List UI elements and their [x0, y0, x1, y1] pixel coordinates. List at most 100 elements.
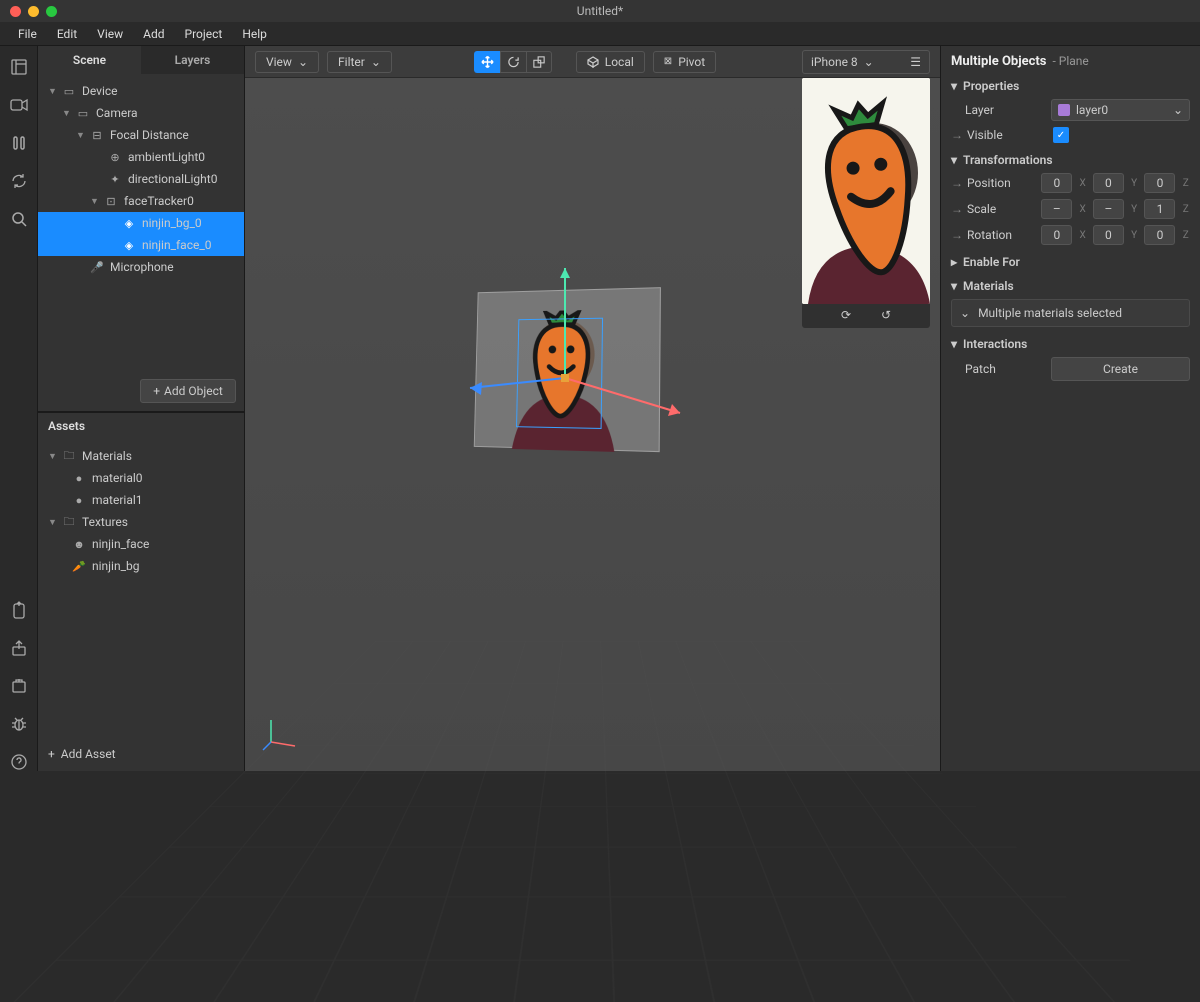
window-controls	[0, 6, 57, 17]
position-z-input[interactable]: 0	[1144, 173, 1175, 193]
send-to-device-icon[interactable]	[10, 601, 28, 619]
layer-value: layer0	[1076, 103, 1108, 117]
node-ninjin-bg[interactable]: ◈ninjin_bg_0	[38, 212, 244, 234]
section-materials[interactable]: ▾Materials	[951, 279, 1190, 293]
titlebar: Untitled*	[0, 0, 1200, 22]
rotation-x-input[interactable]: 0	[1041, 225, 1072, 245]
chevron-right-icon: ▸	[951, 255, 957, 269]
refresh-icon[interactable]	[10, 172, 28, 190]
view-dropdown[interactable]: View⌄	[255, 51, 319, 73]
minimize-icon[interactable]	[28, 6, 39, 17]
materials-dropdown[interactable]: ⌄ Multiple materials selected	[951, 299, 1190, 327]
rotation-label: Rotation	[967, 228, 1035, 242]
add-object-button[interactable]: +Add Object	[140, 379, 236, 403]
visible-checkbox[interactable]: ✓	[1053, 127, 1069, 143]
node-face-tracker[interactable]: ▼⊡faceTracker0	[38, 190, 244, 212]
restart-icon[interactable]: ↺	[881, 308, 891, 322]
viewport: View⌄ Filter⌄ Local ⊠Pivot	[245, 46, 940, 771]
layer-dropdown[interactable]: layer0 ⌄	[1051, 99, 1190, 121]
rotate-tool-button[interactable]	[500, 51, 526, 73]
inspector-panel: Multiple Objects - Plane ▾Properties Lay…	[940, 46, 1200, 771]
node-label: Materials	[82, 449, 132, 463]
filter-dropdown[interactable]: Filter⌄	[327, 51, 392, 73]
node-microphone[interactable]: 🎤Microphone	[38, 256, 244, 278]
rotation-y-input[interactable]: 0	[1093, 225, 1124, 245]
scene-panel: Scene Layers ▼▭Device ▼▭Camera ▼⊟Focal D…	[38, 46, 245, 771]
node-label: material1	[92, 493, 143, 507]
section-transformations[interactable]: ▾Transformations	[951, 153, 1190, 167]
layer-label: Layer	[965, 103, 1045, 117]
carrot-icon: 🥕	[72, 560, 86, 573]
local-toggle[interactable]: Local	[576, 51, 645, 73]
position-y-input[interactable]: 0	[1093, 173, 1124, 193]
manipulator-gizmo[interactable]	[565, 377, 575, 391]
node-label: Textures	[82, 515, 128, 529]
node-label: Camera	[96, 106, 138, 120]
chevron-down-icon: ⌄	[960, 306, 970, 320]
node-ninjin-face[interactable]: ◈ninjin_face_0	[38, 234, 244, 256]
chevron-down-icon: ⌄	[371, 55, 381, 69]
pause-icon[interactable]	[10, 134, 28, 152]
window-title: Untitled*	[0, 4, 1200, 18]
add-asset-button[interactable]: + Add Asset	[38, 737, 244, 771]
layout-icon[interactable]	[10, 58, 28, 76]
node-directional-light[interactable]: ✦directionalLight0	[38, 168, 244, 190]
chevron-down-icon: ⌄	[1173, 103, 1183, 117]
scale-y-input[interactable]: –	[1093, 199, 1124, 219]
maximize-icon[interactable]	[46, 6, 57, 17]
node-ambient-light[interactable]: ⊕ambientLight0	[38, 146, 244, 168]
assets-materials-folder[interactable]: ▼🗀Materials	[38, 445, 244, 467]
export-icon[interactable]	[10, 639, 28, 657]
menu-file[interactable]: File	[8, 24, 47, 44]
node-focal-distance[interactable]: ▼⊟Focal Distance	[38, 124, 244, 146]
help-icon[interactable]	[10, 753, 28, 771]
position-x-input[interactable]: 0	[1041, 173, 1072, 193]
rotation-z-input[interactable]: 0	[1144, 225, 1175, 245]
node-camera[interactable]: ▼▭Camera	[38, 102, 244, 124]
video-icon[interactable]	[10, 96, 28, 114]
search-icon[interactable]	[10, 210, 28, 228]
assets-textures-folder[interactable]: ▼🗀Textures	[38, 511, 244, 533]
assets-panel: Assets ▼🗀Materials ●material0 ●material1…	[38, 411, 244, 771]
asset-ninjin-bg[interactable]: 🥕ninjin_bg	[38, 555, 244, 577]
scale-x-input[interactable]: –	[1041, 199, 1072, 219]
chevron-down-icon: ⌄	[864, 55, 874, 69]
preview-device-selector[interactable]: iPhone 8 ⌄ ☰	[802, 50, 930, 74]
viewport-canvas[interactable]: iPhone 8 ⌄ ☰	[245, 78, 940, 771]
scene-tree: ▼▭Device ▼▭Camera ▼⊟Focal Distance ⊕ambi…	[38, 74, 244, 371]
section-properties[interactable]: ▾Properties	[951, 79, 1190, 93]
menu-help[interactable]: Help	[232, 24, 277, 44]
menu-project[interactable]: Project	[175, 24, 233, 44]
asset-material1[interactable]: ●material1	[38, 489, 244, 511]
tab-scene[interactable]: Scene	[38, 46, 141, 74]
scale-tool-button[interactable]	[526, 51, 552, 73]
library-icon[interactable]	[10, 677, 28, 695]
menu-view[interactable]: View	[87, 24, 133, 44]
scene-content	[470, 289, 660, 449]
asset-ninjin-face[interactable]: ☻ninjin_face	[38, 533, 244, 555]
create-patch-button[interactable]: Create	[1051, 357, 1190, 381]
backdrop-plane	[473, 287, 660, 452]
move-tool-button[interactable]	[474, 51, 500, 73]
link-icon: →	[951, 128, 961, 142]
section-enable-for[interactable]: ▸Enable For	[951, 255, 1190, 269]
x-icon: ⊠	[664, 56, 672, 67]
pivot-toggle[interactable]: ⊠Pivot	[653, 51, 716, 73]
scale-z-input[interactable]: 1	[1144, 199, 1175, 219]
hamburger-icon[interactable]: ☰	[910, 55, 921, 69]
assets-title: Assets	[38, 412, 244, 439]
add-object-label: Add Object	[164, 384, 223, 398]
asset-material0[interactable]: ●material0	[38, 467, 244, 489]
menu-add[interactable]: Add	[133, 24, 174, 44]
materials-text: Multiple materials selected	[978, 306, 1122, 320]
menu-edit[interactable]: Edit	[47, 24, 87, 44]
node-device[interactable]: ▼▭Device	[38, 80, 244, 102]
section-interactions[interactable]: ▾Interactions	[951, 337, 1190, 351]
close-icon[interactable]	[10, 6, 21, 17]
node-label: Microphone	[110, 260, 174, 274]
bug-icon[interactable]	[10, 715, 28, 733]
layer-swatch	[1058, 104, 1070, 116]
axis-indicator	[261, 712, 301, 755]
refresh-icon[interactable]: ⟳	[841, 308, 851, 322]
tab-layers[interactable]: Layers	[141, 46, 244, 74]
